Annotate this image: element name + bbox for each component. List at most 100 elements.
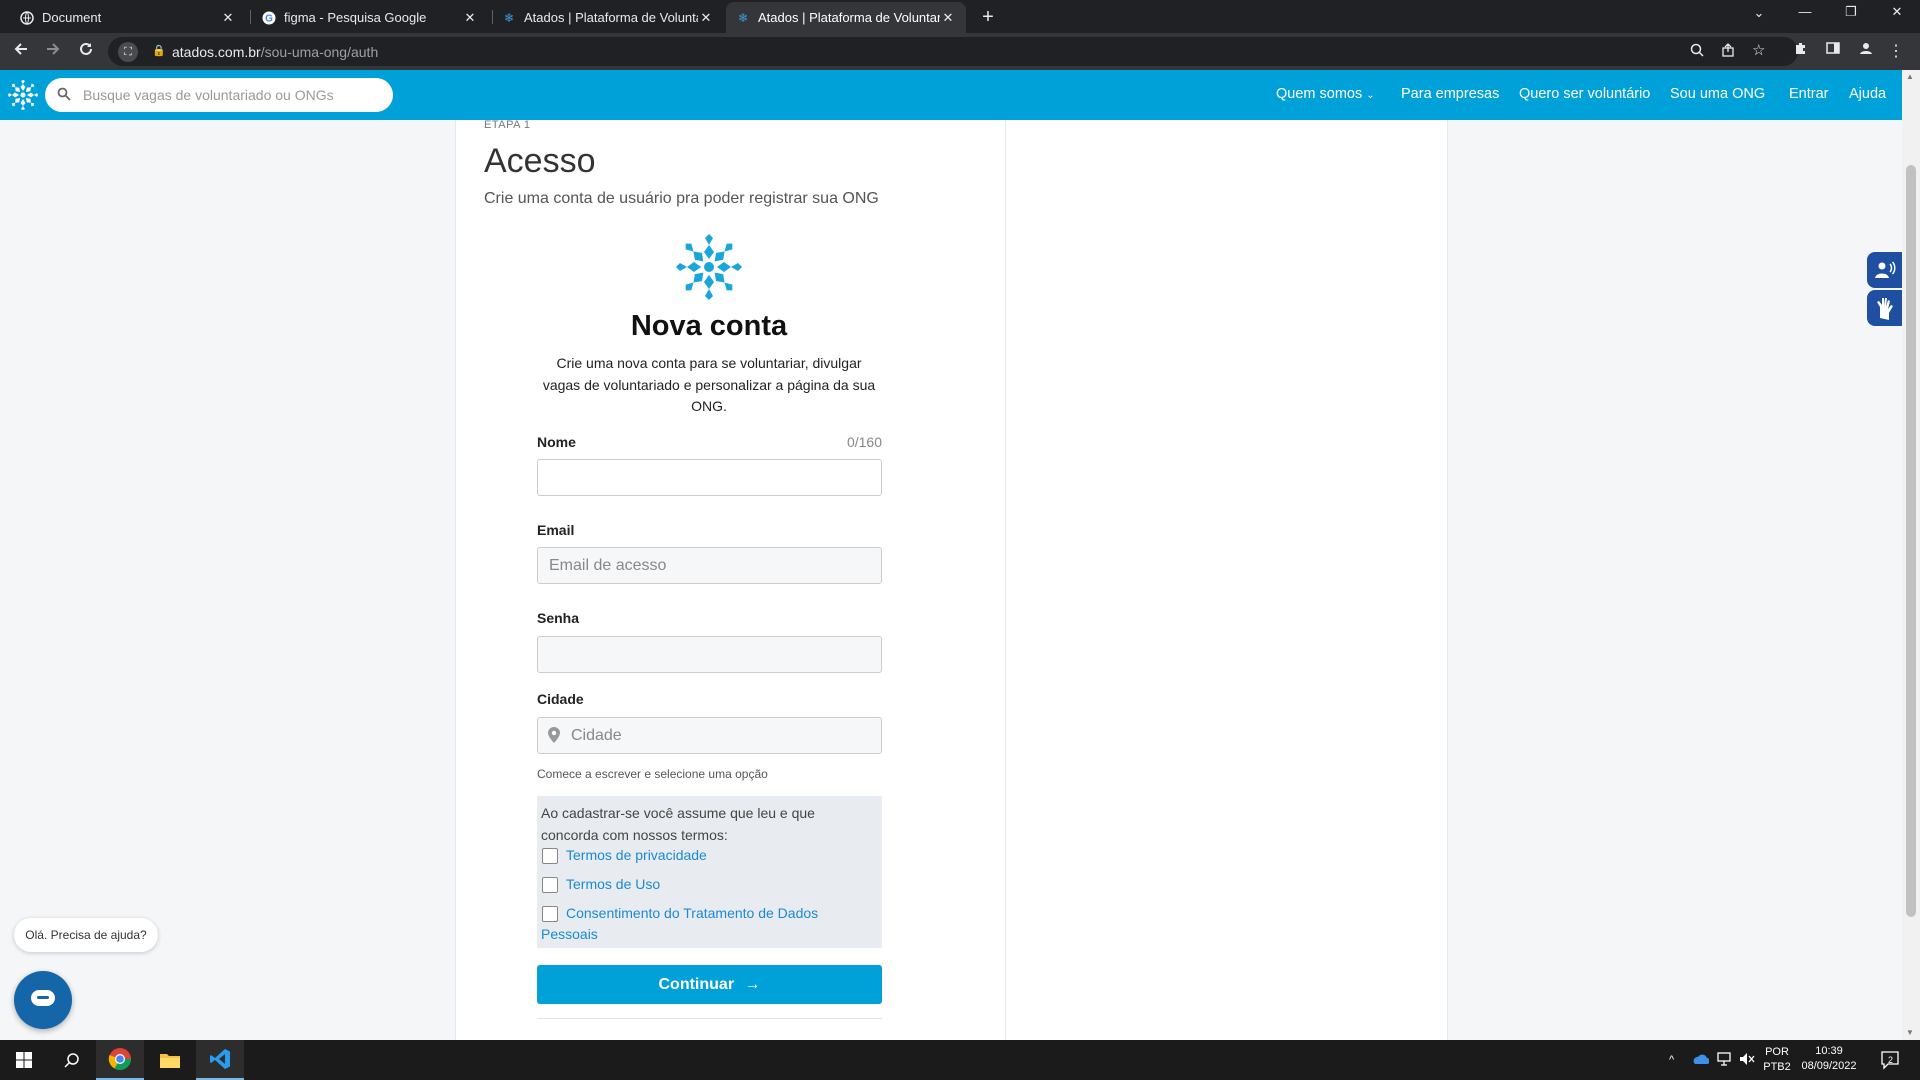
scroll-down-icon[interactable]: ▼ xyxy=(1906,1028,1914,1037)
zoom-icon[interactable] xyxy=(1690,43,1704,61)
address-bar[interactable]: ⛶ 🔒 atados.com.br/sou-uma-ong/auth ☆ xyxy=(108,37,1798,66)
nav-para-empresas[interactable]: Para empresas xyxy=(1401,86,1499,102)
page-subtitle: Crie uma conta de usuário pra poder regi… xyxy=(484,190,879,207)
tab-title: figma - Pesquisa Google xyxy=(284,10,427,25)
minimize-button[interactable]: — xyxy=(1782,4,1828,19)
tab-document[interactable]: Document ✕ xyxy=(10,2,246,33)
nav-entrar[interactable]: Entrar xyxy=(1789,86,1829,102)
name-char-counter: 0/160 xyxy=(846,434,882,450)
data-consent-link[interactable]: Consentimento do Tratamento de Dados Pes… xyxy=(541,903,841,945)
map-pin-icon xyxy=(548,727,560,743)
page-scrollbar[interactable]: ▲ ▼ xyxy=(1902,70,1920,1040)
menu-kebab-icon[interactable]: ⋮ xyxy=(1885,41,1907,61)
chat-button[interactable] xyxy=(14,971,72,1029)
city-input[interactable]: Cidade xyxy=(537,717,882,754)
lock-icon: 🔒 xyxy=(152,45,166,57)
page-viewport: ETAPA 1 Acesso Crie uma conta de usuário… xyxy=(0,70,1902,1040)
name-input[interactable] xyxy=(537,459,882,496)
share-icon[interactable] xyxy=(1722,43,1736,61)
nav-quem-somos[interactable]: Quem somos ⌄ xyxy=(1276,86,1375,102)
forward-icon[interactable] xyxy=(42,41,64,62)
atados-snowflake-icon: ❄ xyxy=(503,10,515,25)
tab-atados-1[interactable]: ❄ Atados | Plataforma de Voluntariado ✕ xyxy=(492,2,724,33)
password-input[interactable] xyxy=(537,636,882,673)
page-title: Acesso xyxy=(484,142,596,180)
browser-toolbar: ⛶ 🔒 atados.com.br/sou-uma-ong/auth ☆ ⋮ xyxy=(0,33,1920,70)
password-label: Senha xyxy=(537,610,580,626)
site-settings-icon[interactable]: ⛶ xyxy=(118,42,138,62)
tab-atados-active[interactable]: ❄ Atados | Plataforma de Voluntariado ✕ xyxy=(726,2,966,33)
terms-of-use-checkbox[interactable] xyxy=(542,877,558,893)
email-input[interactable]: Email de acesso xyxy=(537,547,882,584)
side-panel-icon[interactable] xyxy=(1822,41,1844,60)
tab-title: Atados | Plataforma de Voluntariado xyxy=(524,10,698,25)
windows-start-icon[interactable] xyxy=(0,1040,48,1080)
tab-figma-search[interactable]: G figma - Pesquisa Google ✕ xyxy=(252,2,488,33)
city-label: Cidade xyxy=(537,691,584,707)
network-icon[interactable] xyxy=(1716,1052,1732,1069)
step-label: ETAPA 1 xyxy=(484,119,531,131)
site-icon xyxy=(20,10,34,25)
close-icon[interactable]: ✕ xyxy=(940,10,956,26)
name-label: Nome xyxy=(537,434,576,450)
atados-snowflake-icon: ❄ xyxy=(737,10,749,25)
svg-text:G: G xyxy=(265,13,273,24)
tab-title: Document xyxy=(42,10,102,25)
nav-quero-ser-voluntario[interactable]: Quero ser voluntário xyxy=(1519,86,1650,102)
nav-ajuda[interactable]: Ajuda xyxy=(1849,86,1886,102)
clock[interactable]: 10:39 08/09/2022 xyxy=(1798,1044,1860,1074)
volume-muted-icon[interactable] xyxy=(1739,1052,1755,1069)
chat-icon xyxy=(31,990,55,1006)
sign-language-icon[interactable] xyxy=(1867,290,1902,326)
notifications-icon[interactable]: 2 xyxy=(1880,1050,1900,1073)
audio-accessibility-icon[interactable] xyxy=(1867,252,1902,288)
browser-tab-strip: Document ✕ G figma - Pesquisa Google ✕ ❄… xyxy=(0,0,1920,33)
close-icon[interactable]: ✕ xyxy=(698,10,714,26)
terms-box: Ao cadastrar-se você assume que leu e qu… xyxy=(537,796,882,948)
atados-logo-icon[interactable] xyxy=(8,80,38,110)
nav-sou-uma-ong[interactable]: Sou uma ONG xyxy=(1670,86,1765,102)
back-icon[interactable] xyxy=(10,41,32,62)
google-icon: G xyxy=(262,11,276,25)
profile-icon[interactable] xyxy=(1855,41,1877,60)
side-column xyxy=(1006,70,1448,1040)
arrow-right-icon: → xyxy=(744,976,761,993)
email-placeholder: Email de acesso xyxy=(549,557,667,574)
privacy-terms-link[interactable]: Termos de privacidade xyxy=(566,845,707,866)
search-icon[interactable] xyxy=(48,1040,96,1080)
search-icon xyxy=(57,87,71,101)
terms-of-use-link[interactable]: Termos de Uso xyxy=(566,874,660,895)
tab-separator xyxy=(250,10,251,24)
extensions-icon[interactable] xyxy=(1790,41,1812,60)
city-hint: Comece a escrever e selecione uma opção xyxy=(537,767,768,781)
continue-label: Continuar xyxy=(658,976,735,993)
onedrive-icon[interactable] xyxy=(1691,1053,1710,1068)
scroll-thumb[interactable] xyxy=(1906,165,1916,917)
tab-search-icon[interactable]: ⌄ xyxy=(1736,5,1782,21)
continue-button[interactable]: Continuar → xyxy=(537,965,882,1004)
url-text[interactable]: atados.com.br/sou-uma-ong/auth xyxy=(172,44,378,60)
bookmark-star-icon[interactable]: ☆ xyxy=(1752,41,1765,59)
site-navbar: Busque vagas de voluntariado ou ONGs Que… xyxy=(0,70,1902,120)
vscode-icon[interactable] xyxy=(196,1040,244,1080)
close-icon[interactable]: ✕ xyxy=(220,10,236,26)
scroll-up-icon[interactable]: ▲ xyxy=(1906,72,1914,81)
site-search-input[interactable]: Busque vagas de voluntariado ou ONGs xyxy=(45,78,393,112)
close-icon[interactable]: ✕ xyxy=(462,10,478,26)
atados-logo-icon xyxy=(676,234,742,300)
form-title: Nova conta xyxy=(630,310,788,342)
chrome-taskbar-icon[interactable] xyxy=(96,1040,144,1080)
search-placeholder: Busque vagas de voluntariado ou ONGs xyxy=(83,87,334,103)
form-divider xyxy=(537,1018,882,1019)
windows-taskbar: ^ POR PTB2 10:39 08/09/2022 2 xyxy=(0,1040,1920,1080)
new-tab-button[interactable]: + xyxy=(977,6,999,29)
privacy-checkbox[interactable] xyxy=(542,848,558,864)
restore-button[interactable]: ❐ xyxy=(1828,4,1874,20)
email-label: Email xyxy=(537,522,575,538)
input-language[interactable]: POR PTB2 xyxy=(1762,1045,1792,1075)
tray-chevron-icon[interactable]: ^ xyxy=(1669,1054,1674,1066)
help-bubble[interactable]: Olá. Precisa de ajuda? xyxy=(14,918,158,952)
file-explorer-icon[interactable] xyxy=(146,1040,194,1080)
close-window-button[interactable]: ✕ xyxy=(1874,4,1920,20)
reload-icon[interactable] xyxy=(75,41,97,62)
